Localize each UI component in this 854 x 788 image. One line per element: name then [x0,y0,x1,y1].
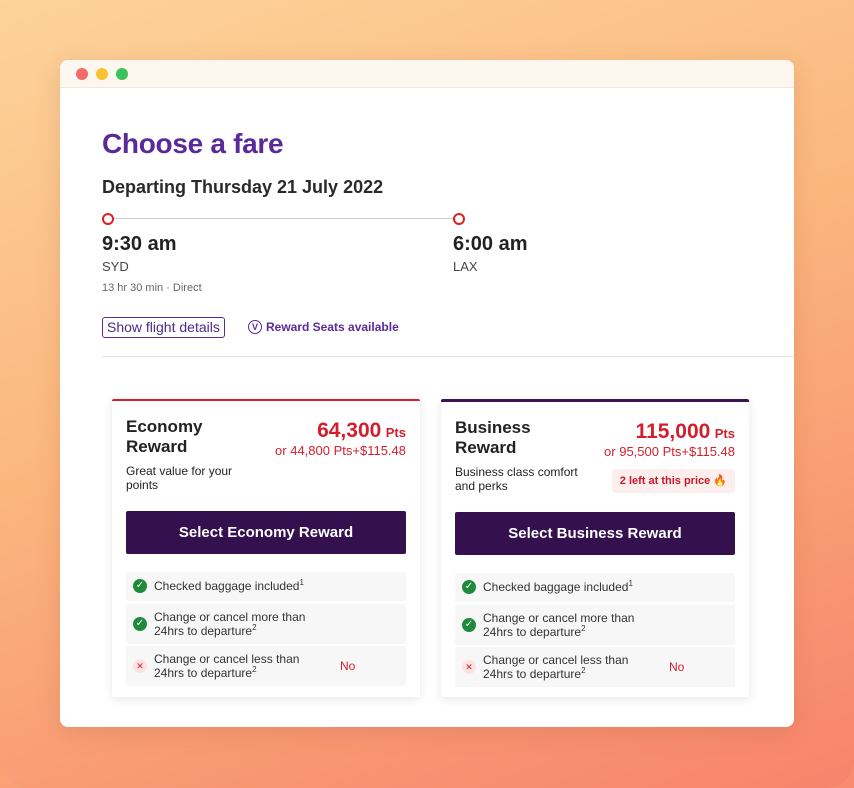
alt-price: or 95,500 Pts+$115.48 [604,444,735,459]
background-frame: Choose a fare Departing Thursday 21 July… [0,0,854,788]
points-value: 115,000 [635,420,711,443]
feature-label: Change or cancel more than 24hrs to depar… [154,610,306,638]
feature-row: ✕ Change or cancel less than 24hrs to dep… [126,646,406,686]
points-unit: Pts [714,426,735,441]
maximize-window-dot[interactable] [116,68,128,80]
select-business-button[interactable]: Select Business Reward [455,512,735,555]
feature-value: No [669,660,685,674]
feature-row: ✕ Change or cancel less than 24hrs to dep… [455,647,735,687]
cross-icon: ✕ [462,660,476,674]
scarcity-badge: 2 left at this price 🔥 [611,469,735,493]
check-icon: ✓ [462,580,476,594]
alt-price: or 44,800 Pts+$115.48 [275,443,406,458]
feature-row: ✓ Change or cancel more than 24hrs to dep… [126,604,406,644]
fare-points: 64,300 Pts [317,419,406,443]
departure-airport: SYD [102,259,129,274]
feature-row: ✓ Change or cancel more than 24hrs to dep… [455,605,735,645]
reward-seats-badge: V Reward Seats available [248,320,399,334]
show-flight-details-button[interactable]: Show flight details [102,317,225,338]
feature-label: Change or cancel less than 24hrs to depar… [483,653,629,681]
departing-date: Departing Thursday 21 July 2022 [102,177,384,197]
window-titlebar [60,60,794,88]
minimize-window-dot[interactable] [96,68,108,80]
arrival-time: 6:00 am [453,233,528,255]
fare-description: Business class comfort and perks [455,465,578,493]
check-icon: ✓ [462,618,476,632]
points-value: 64,300 [317,419,382,442]
arrival-node-icon [453,213,465,225]
departure-node-icon [102,213,114,225]
feature-row: ✓ Checked baggage included1 [455,573,735,602]
check-icon: ✓ [133,579,147,593]
business-fare-card: Business Reward 115,000 Pts or 95,500 Pt… [441,399,749,697]
cross-icon: ✕ [133,659,147,673]
arrival-airport: LAX [453,259,478,274]
fare-points: 115,000 Pts [636,420,735,444]
close-window-dot[interactable] [76,68,88,80]
check-icon: ✓ [133,617,147,631]
economy-fare-card: Economy Reward 64,300 Pts or 44,800 Pts+… [112,399,420,697]
fare-name: Economy Reward [126,417,203,456]
feature-row: ✓ Checked baggage included1 [126,572,406,601]
page-title: Choose a fare [102,128,284,159]
select-economy-button[interactable]: Select Economy Reward [126,511,406,554]
feature-label: Checked baggage included1 [483,579,633,595]
points-unit: Pts [385,425,406,440]
departure-time: 9:30 am [102,233,177,255]
velocity-icon: V [248,320,262,334]
fare-description: Great value for your points [126,464,233,492]
feature-label: Checked baggage included1 [154,578,304,594]
flight-duration: 13 hr 30 min · Direct [102,282,202,294]
feature-label: Change or cancel more than 24hrs to depar… [483,611,635,639]
feature-label: Change or cancel less than 24hrs to depar… [154,652,300,680]
browser-window: Choose a fare Departing Thursday 21 July… [60,60,794,727]
section-divider [102,356,794,357]
reward-seats-label: Reward Seats available [266,320,399,334]
fare-name: Business Reward [455,418,531,457]
feature-value: No [340,659,356,673]
route-line [108,218,459,219]
